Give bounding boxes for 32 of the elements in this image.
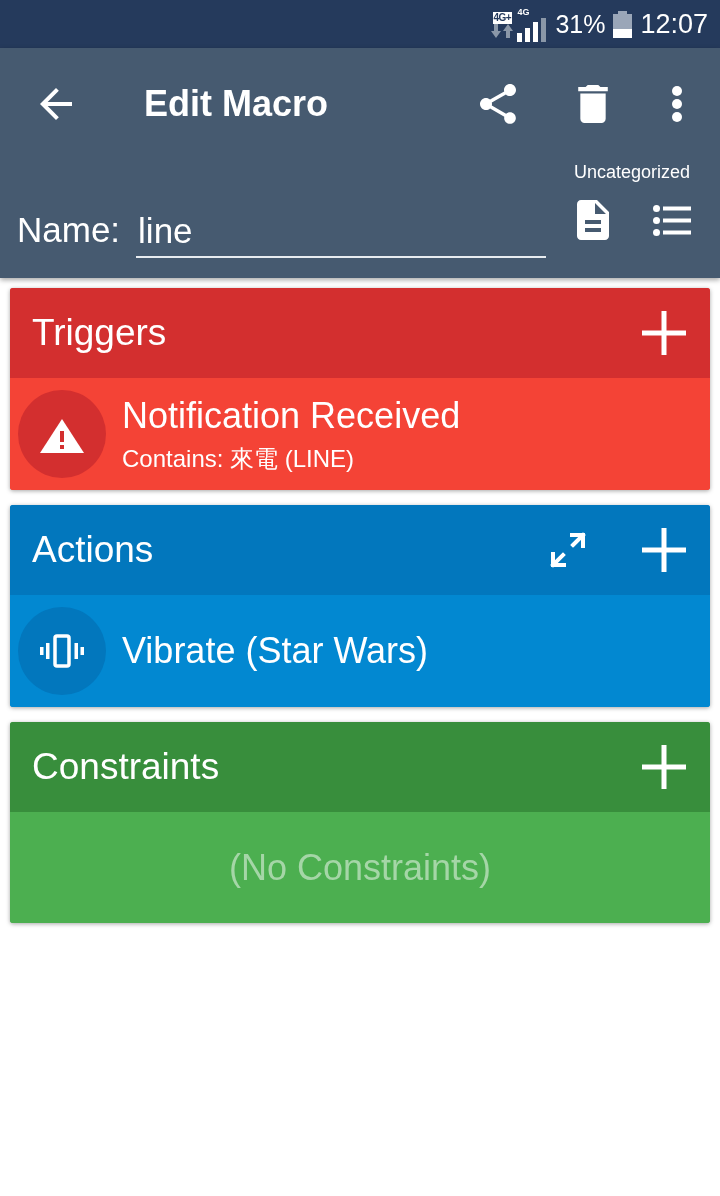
action-item[interactable]: Vibrate (Star Wars) (10, 595, 710, 707)
name-label: Name: (17, 210, 121, 250)
vibrate-icon (18, 607, 106, 695)
data-arrows-icon (491, 24, 514, 38)
name-input-field[interactable]: line (136, 210, 547, 258)
screen-title: Edit Macro (144, 83, 329, 125)
category-label: Uncategorized (573, 161, 690, 184)
more-options-icon[interactable] (672, 86, 682, 122)
trigger-item[interactable]: Notification Received Contains: 來電 (LINE) (10, 378, 710, 490)
item-detail: Contains: 來電 (LINE) (122, 445, 355, 473)
empty-message: (No Constraints) (228, 846, 492, 889)
battery-icon (613, 10, 633, 38)
network-type-label: 4G (517, 8, 530, 17)
network-type-badge: 4G+ (492, 12, 513, 24)
signal-icon (517, 18, 547, 42)
add-icon[interactable] (642, 745, 686, 789)
expand-icon[interactable] (549, 531, 587, 569)
add-icon[interactable] (642, 528, 686, 572)
clock-time: 12:07 (640, 9, 708, 39)
warning-icon (18, 390, 106, 478)
trash-icon[interactable] (578, 85, 608, 123)
section-title: Triggers (32, 311, 167, 355)
item-title: Vibrate (Star Wars) (122, 630, 429, 672)
document-icon[interactable] (576, 200, 611, 240)
item-title: Notification Received (122, 395, 461, 437)
section-title: Actions (32, 528, 154, 572)
battery-percent: 31% (555, 9, 606, 39)
list-icon[interactable] (653, 205, 692, 236)
back-arrow-icon[interactable] (40, 88, 72, 120)
section-title: Constraints (32, 745, 220, 789)
add-icon[interactable] (642, 311, 686, 355)
share-icon[interactable] (480, 84, 516, 124)
